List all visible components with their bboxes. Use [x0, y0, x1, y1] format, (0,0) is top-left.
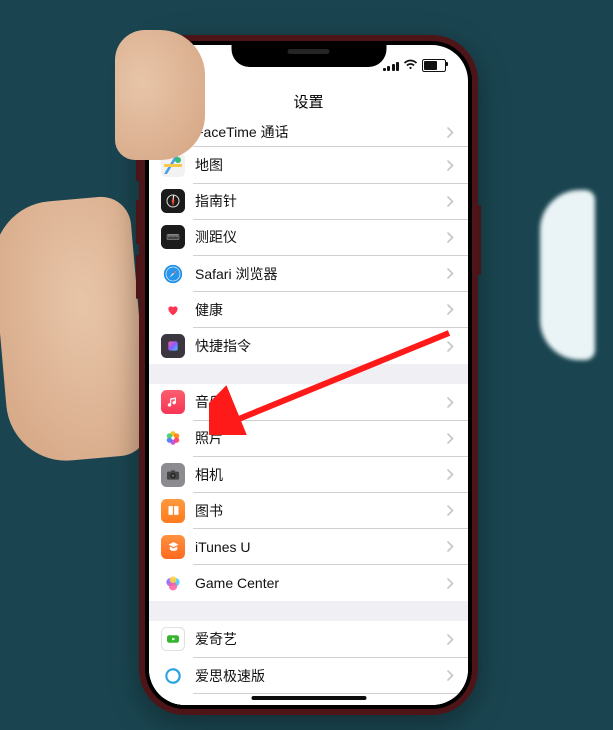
row-label: 图书 — [195, 501, 447, 521]
row-label: 健康 — [195, 300, 447, 320]
measure-icon — [161, 225, 185, 249]
music-icon — [161, 390, 185, 414]
settings-row-itunesu[interactable]: iTunes U — [149, 529, 468, 565]
chevron-right-icon — [447, 160, 454, 171]
row-label: FaceTime 通话 — [195, 122, 447, 142]
shortcuts-icon — [161, 334, 185, 358]
side-button — [478, 205, 481, 275]
notch — [231, 41, 386, 67]
volume-up-button — [136, 200, 139, 244]
background-object — [540, 190, 595, 360]
chevron-right-icon — [447, 670, 454, 681]
battery-icon — [422, 59, 446, 72]
settings-row-music[interactable]: 音乐 — [149, 384, 468, 420]
wifi-icon — [403, 57, 418, 73]
group-separator — [149, 364, 468, 384]
photos-icon — [161, 426, 185, 450]
compass-icon — [161, 189, 185, 213]
cellular-icon — [383, 60, 400, 71]
chevron-right-icon — [447, 127, 454, 138]
settings-row-iqiyi[interactable]: 爱奇艺 — [149, 621, 468, 657]
camera-icon — [161, 463, 185, 487]
row-label: iTunes U — [195, 539, 447, 555]
row-label: 地图 — [195, 155, 447, 175]
row-label: 照片 — [195, 428, 447, 448]
settings-row-health[interactable]: 健康 — [149, 292, 468, 328]
row-label: 音乐 — [195, 392, 447, 412]
chevron-right-icon — [447, 505, 454, 516]
row-label: 百度 — [195, 702, 447, 705]
hand — [0, 194, 151, 465]
chevron-right-icon — [447, 469, 454, 480]
page-title: 设置 — [293, 91, 323, 112]
row-label: 测距仪 — [195, 227, 447, 247]
settings-row-measure[interactable]: 测距仪 — [149, 219, 468, 255]
settings-group: FaceTime 通话地图指南针测距仪 Safari 浏览器健康快捷指令 — [149, 117, 468, 364]
chevron-right-icon — [447, 341, 454, 352]
baidu-icon — [161, 700, 185, 705]
hand-finger — [115, 30, 205, 160]
chevron-right-icon — [447, 634, 454, 645]
settings-row-compass[interactable]: 指南针 — [149, 183, 468, 219]
settings-group: 爱奇艺爱思极速版百度抖音短视频 — [149, 621, 468, 705]
row-label: 指南针 — [195, 191, 447, 211]
settings-row-photos[interactable]: 照片 — [149, 420, 468, 456]
row-label: Game Center — [195, 575, 447, 591]
itunesu-icon — [161, 535, 185, 559]
health-icon — [161, 298, 185, 322]
chevron-right-icon — [447, 196, 454, 207]
settings-row-camera[interactable]: 相机 — [149, 457, 468, 493]
row-label: 快捷指令 — [195, 336, 447, 356]
row-label: 爱奇艺 — [195, 629, 447, 649]
group-separator — [149, 601, 468, 621]
screen: 9:07 设置 FaceTime 通话地图指南针测距仪Safari 浏览 — [149, 45, 468, 705]
chevron-right-icon — [447, 541, 454, 552]
chevron-right-icon — [447, 268, 454, 279]
row-label: 相机 — [195, 465, 447, 485]
settings-row-safari[interactable]: Safari 浏览器 — [149, 256, 468, 292]
chevron-right-icon — [447, 397, 454, 408]
chevron-right-icon — [447, 232, 454, 243]
status-right — [383, 57, 447, 73]
row-label: 爱思极速版 — [195, 666, 447, 686]
settings-row-maps[interactable]: 地图 — [149, 147, 468, 183]
row-label: Safari 浏览器 — [195, 264, 447, 284]
books-icon — [161, 499, 185, 523]
scene-photo: 9:07 设置 FaceTime 通话地图指南针测距仪Safari 浏览 — [0, 0, 613, 730]
home-indicator[interactable] — [251, 696, 366, 700]
volume-down-button — [136, 255, 139, 299]
chevron-right-icon — [447, 433, 454, 444]
settings-row-books[interactable]: 图书 — [149, 493, 468, 529]
settings-row-shortcuts[interactable]: 快捷指令 — [149, 328, 468, 364]
settings-list[interactable]: FaceTime 通话地图指南针测距仪 Safari 浏览器健康快捷指令音乐照片相… — [149, 117, 468, 705]
settings-row-aisi[interactable]: 爱思极速版 — [149, 657, 468, 693]
iqiyi-icon — [161, 627, 185, 651]
gamecenter-icon — [161, 571, 185, 595]
chevron-right-icon — [447, 304, 454, 315]
settings-group: 音乐照片相机图书 iTunes U Game Center — [149, 384, 468, 601]
aisi-icon — [161, 664, 185, 688]
chevron-right-icon — [447, 578, 454, 589]
settings-row-gamecenter[interactable]: Game Center — [149, 565, 468, 601]
speaker — [288, 49, 330, 54]
safari-icon — [161, 262, 185, 286]
